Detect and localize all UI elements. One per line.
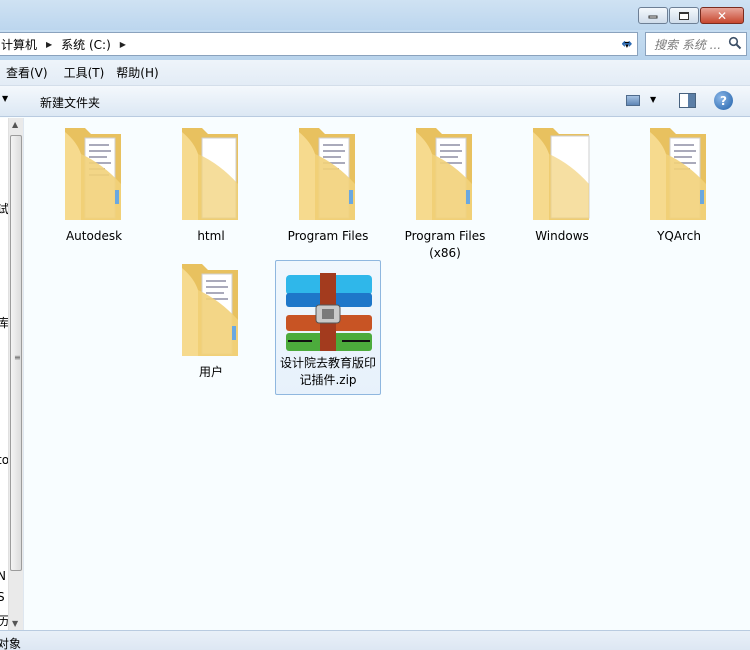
- preview-pane-icon[interactable]: [679, 93, 696, 108]
- folder-icon: [180, 260, 242, 360]
- navigation-scrollbar[interactable]: ▲ ≡ ▼: [8, 118, 23, 630]
- refresh-icon[interactable]: ↔: [616, 34, 638, 54]
- minimize-button[interactable]: [638, 7, 668, 24]
- close-icon: ✕: [716, 8, 728, 23]
- file-item[interactable]: YQArch: [626, 124, 732, 245]
- file-name: html: [197, 229, 225, 243]
- status-text: 对象: [0, 637, 22, 650]
- folder-icon: [531, 124, 593, 224]
- change-view-icon[interactable]: [626, 95, 640, 106]
- help-icon[interactable]: ?: [714, 91, 733, 110]
- zip-archive-icon: [282, 265, 374, 353]
- file-item[interactable]: Program Files (x86): [392, 124, 498, 262]
- file-name: 用户: [198, 365, 223, 379]
- status-bar: 对象: [0, 630, 750, 650]
- search-icon[interactable]: [728, 36, 742, 50]
- file-item[interactable]: Program Files: [275, 124, 381, 245]
- menu-help[interactable]: 帮助(H): [110, 64, 164, 81]
- new-folder-button[interactable]: 新建文件夹: [40, 94, 100, 111]
- toolbar-dropdown-icon[interactable]: ▼: [2, 94, 8, 103]
- folder-icon: [414, 124, 476, 224]
- window-controls: ✕: [637, 7, 744, 24]
- file-name: 设计院去教育版印记插件.zip: [279, 356, 376, 387]
- file-name: YQArch: [657, 229, 701, 243]
- file-item[interactable]: 用户: [158, 260, 264, 381]
- file-item[interactable]: html: [158, 124, 264, 245]
- maximize-icon: [679, 11, 689, 20]
- command-bar: ▼ 新建文件夹 ▼ ?: [0, 86, 750, 117]
- address-row: 计算机 ▶ 系统 (C:) ▶ ▼ ↔ 搜索 系统 ...: [0, 30, 750, 60]
- folder-icon: [648, 124, 710, 224]
- breadcrumb-drive-c[interactable]: 系统 (C:): [60, 36, 113, 53]
- file-item[interactable]: Windows: [509, 124, 615, 245]
- view-dropdown-icon[interactable]: ▼: [650, 95, 656, 104]
- breadcrumb-arrow-icon[interactable]: ▶: [113, 40, 134, 49]
- scroll-up-icon[interactable]: ▲: [12, 120, 18, 129]
- scrollbar-grip-icon: ≡: [14, 353, 21, 362]
- nav-item-fragment[interactable]: S: [0, 590, 5, 604]
- file-name: Program Files (x86): [404, 229, 486, 260]
- scrollbar-thumb[interactable]: ≡: [10, 135, 22, 571]
- close-button[interactable]: ✕: [700, 7, 744, 24]
- file-item[interactable]: Autodesk: [41, 124, 147, 245]
- nav-item-fragment[interactable]: N: [0, 569, 6, 583]
- breadcrumb-computer[interactable]: 计算机: [0, 36, 39, 53]
- file-list: Autodesk html Program Files Program File…: [24, 118, 750, 630]
- file-name: Windows: [535, 229, 589, 243]
- address-bar[interactable]: 计算机 ▶ 系统 (C:) ▶ ▼: [0, 32, 638, 56]
- scroll-down-icon[interactable]: ▼: [12, 619, 18, 628]
- menu-view[interactable]: 查看(V): [0, 64, 54, 81]
- title-bar: ✕: [0, 0, 750, 30]
- folder-icon: [180, 124, 242, 224]
- search-input[interactable]: 搜索 系统 ...: [645, 32, 747, 56]
- minimize-icon: [648, 15, 658, 19]
- breadcrumb-arrow-icon[interactable]: ▶: [39, 40, 60, 49]
- search-placeholder: 搜索 系统 ...: [654, 37, 722, 52]
- file-item-selected[interactable]: 设计院去教育版印记插件.zip: [275, 260, 381, 395]
- folder-icon: [297, 124, 359, 224]
- file-name: Autodesk: [65, 229, 123, 243]
- menu-bar: 查看(V) 工具(T) 帮助(H): [0, 60, 750, 86]
- folder-icon: [63, 124, 125, 224]
- file-name: Program Files: [287, 229, 369, 243]
- menu-tools[interactable]: 工具(T): [58, 64, 111, 81]
- maximize-button[interactable]: [669, 7, 699, 24]
